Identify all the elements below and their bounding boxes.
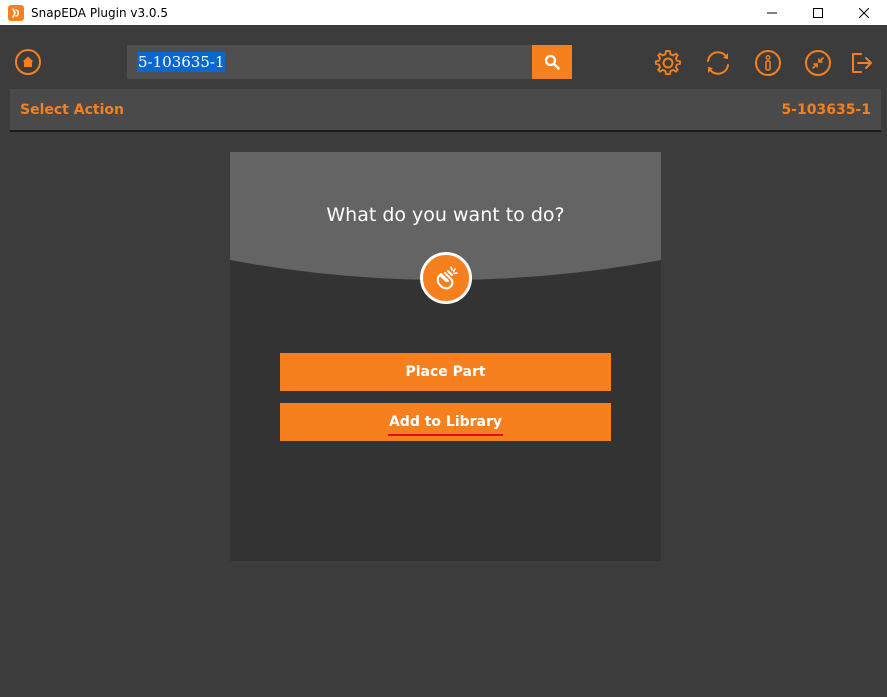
- home-icon: [22, 56, 34, 67]
- window-controls: [749, 0, 887, 25]
- title-bar: SnapEDA Plugin v3.0.5: [0, 0, 887, 25]
- logout-icon: [852, 53, 872, 73]
- info-button[interactable]: [754, 49, 782, 77]
- minimize-button[interactable]: [749, 0, 795, 25]
- window-title: SnapEDA Plugin v3.0.5: [31, 5, 169, 20]
- logout-button[interactable]: [848, 49, 876, 77]
- home-button[interactable]: [15, 49, 41, 75]
- annotation-underline: [388, 434, 503, 436]
- collapse-icon: [805, 50, 831, 76]
- gear-icon: [654, 50, 681, 76]
- snapeda-logo-icon: [8, 4, 24, 21]
- refresh-button[interactable]: [704, 49, 732, 77]
- info-icon: [755, 50, 781, 76]
- maximize-button[interactable]: [795, 0, 841, 25]
- part-number-label: 5-103635-1: [781, 102, 871, 118]
- close-button[interactable]: [841, 0, 887, 25]
- action-header: Select Action 5-103635-1: [10, 89, 881, 132]
- minimize-icon: [767, 12, 777, 13]
- page-title: Select Action: [20, 102, 124, 118]
- maximize-icon: [813, 7, 823, 18]
- toolbar: 5-103635-1: [0, 25, 887, 88]
- search-button[interactable]: [532, 45, 572, 79]
- refresh-icon: [707, 51, 729, 75]
- place-part-button[interactable]: Place Part: [280, 353, 611, 391]
- dialog-question: What do you want to do?: [326, 204, 565, 226]
- action-dialog: What do you want to do? Place Part Add t…: [230, 152, 661, 561]
- close-icon: [859, 7, 869, 18]
- collapse-button[interactable]: [804, 49, 832, 77]
- settings-button[interactable]: [654, 49, 682, 77]
- hand-snap-icon: [436, 266, 458, 290]
- snapeda-badge-icon: [420, 252, 472, 304]
- search-icon: [544, 54, 560, 70]
- search-input-value: 5-103635-1: [137, 52, 226, 72]
